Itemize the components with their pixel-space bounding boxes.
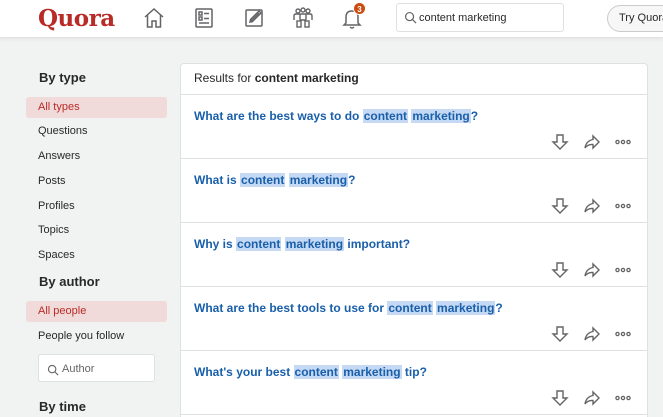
search-icon bbox=[404, 11, 417, 24]
question-text: Why is bbox=[194, 237, 237, 251]
search-bar[interactable] bbox=[396, 3, 564, 32]
question-text: important? bbox=[344, 237, 411, 251]
question-text: ? bbox=[495, 301, 503, 315]
downvote-icon[interactable] bbox=[551, 389, 569, 407]
filter-questions[interactable]: Questions bbox=[26, 121, 167, 142]
more-options-icon[interactable] bbox=[614, 325, 632, 343]
highlight-term: marketing bbox=[436, 301, 496, 315]
share-icon[interactable] bbox=[583, 325, 601, 343]
try-quora-plus-button[interactable]: Try Quora+ bbox=[607, 5, 663, 32]
filter-all-types[interactable]: All types bbox=[26, 97, 167, 118]
highlight-term: content bbox=[240, 173, 286, 187]
highlight-term: content bbox=[293, 365, 339, 379]
result-item: What are the best tools to use for conte… bbox=[181, 287, 647, 351]
result-item: What's your best content marketing tip? bbox=[181, 351, 647, 415]
top-nav-bar: Quora 3 Try Quora+ bbox=[0, 0, 663, 38]
filter-all-people[interactable]: All people bbox=[26, 301, 167, 322]
filter-profiles[interactable]: Profiles bbox=[26, 196, 167, 217]
share-icon[interactable] bbox=[583, 261, 601, 279]
downvote-icon[interactable] bbox=[551, 133, 569, 151]
question-text: ? bbox=[470, 109, 479, 123]
filter-topics[interactable]: Topics bbox=[26, 220, 167, 241]
search-icon bbox=[47, 363, 59, 376]
home-icon[interactable] bbox=[142, 6, 166, 30]
question-text: What are the best ways to do bbox=[194, 109, 363, 123]
result-item: Why is content marketing important? bbox=[181, 223, 647, 287]
share-icon[interactable] bbox=[583, 389, 601, 407]
highlight-term: marketing bbox=[284, 237, 345, 251]
search-input[interactable] bbox=[419, 6, 559, 29]
highlight-term: marketing bbox=[342, 365, 402, 379]
following-icon[interactable] bbox=[192, 6, 216, 30]
filter-people-you-follow[interactable]: People you follow bbox=[26, 326, 167, 347]
filter-posts[interactable]: Posts bbox=[26, 171, 167, 192]
result-item: What is content marketing? bbox=[181, 159, 647, 223]
by-type-heading: By type bbox=[39, 70, 86, 85]
notification-badge: 3 bbox=[353, 2, 366, 15]
share-icon[interactable] bbox=[583, 133, 601, 151]
more-options-icon[interactable] bbox=[614, 261, 632, 279]
highlight-term: content bbox=[387, 301, 433, 315]
question-link[interactable]: Why is content marketing important? bbox=[194, 237, 410, 251]
results-panel: Results for content marketing What are t… bbox=[180, 63, 648, 417]
more-options-icon[interactable] bbox=[614, 389, 632, 407]
downvote-icon[interactable] bbox=[551, 197, 569, 215]
filter-spaces[interactable]: Spaces bbox=[26, 245, 167, 266]
downvote-icon[interactable] bbox=[551, 261, 569, 279]
question-link[interactable]: What's your best content marketing tip? bbox=[194, 365, 427, 379]
results-query: content marketing bbox=[254, 71, 359, 85]
question-text: What is bbox=[194, 173, 241, 187]
downvote-icon[interactable] bbox=[551, 325, 569, 343]
highlight-term: content bbox=[362, 109, 409, 123]
highlight-term: marketing bbox=[411, 109, 471, 123]
question-text: What are the best tools to use for bbox=[194, 301, 388, 315]
question-text: tip? bbox=[401, 365, 427, 379]
question-link[interactable]: What are the best tools to use for conte… bbox=[194, 301, 503, 315]
question-text: ? bbox=[348, 173, 356, 187]
highlight-term: marketing bbox=[288, 173, 349, 187]
filter-answers[interactable]: Answers bbox=[26, 146, 167, 167]
quora-logo[interactable]: Quora bbox=[38, 5, 115, 32]
by-time-heading: By time bbox=[39, 399, 86, 414]
question-text: What's your best bbox=[194, 365, 294, 379]
more-options-icon[interactable] bbox=[614, 133, 632, 151]
more-options-icon[interactable] bbox=[614, 197, 632, 215]
highlight-term: content bbox=[236, 237, 282, 251]
by-author-heading: By author bbox=[39, 274, 100, 289]
results-prefix: Results for bbox=[194, 71, 255, 85]
question-link[interactable]: What is content marketing? bbox=[194, 173, 355, 187]
author-search-box[interactable] bbox=[38, 354, 155, 382]
spaces-icon[interactable] bbox=[291, 6, 315, 30]
author-input[interactable] bbox=[62, 358, 150, 379]
share-icon[interactable] bbox=[583, 197, 601, 215]
question-link[interactable]: What are the best ways to do content mar… bbox=[194, 109, 478, 123]
result-item: What are the best ways to do content mar… bbox=[181, 95, 647, 159]
answer-icon[interactable] bbox=[242, 6, 266, 30]
results-header: Results for content marketing bbox=[181, 64, 647, 95]
